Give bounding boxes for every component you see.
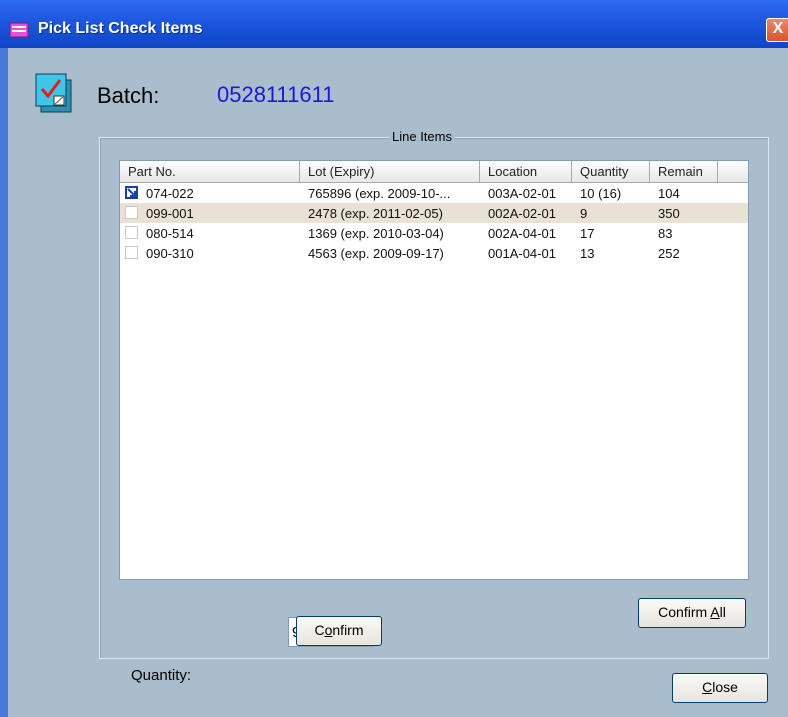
column-filler [718,161,748,183]
confirm-all-label-pre: Confirm [658,604,711,620]
line-items-list[interactable]: Part No. Lot (Expiry) Location Quantity … [119,160,749,580]
table-row[interactable]: 080-514 1369 (exp. 2010-03-04) 002A-04-01 1… [120,223,748,243]
column-location[interactable]: Location [480,161,572,183]
close-button-label-post: lose [712,679,738,695]
cell-quantity: 10 (16) [580,186,622,201]
cell-remain: 104 [658,186,680,201]
confirm-all-label-post: ll [719,604,726,620]
line-items-group: Line Items Part No. Lot (Expiry) Locatio… [99,129,769,684]
table-row[interactable]: 074-022 765896 (exp. 2009-10-... 003A-02-0… [120,183,748,203]
batch-number: 0528111611 [217,82,335,107]
column-part-no[interactable]: Part No. [120,161,300,183]
cell-remain: 83 [658,226,673,241]
cell-lot: 4563 (exp. 2009-09-17) [308,246,444,261]
quantity-label: Quantity: [131,667,192,684]
checklist-icon [35,73,72,113]
cell-location: 003A-02-01 [488,186,556,201]
confirm-all-button[interactable]: Confirm All [638,598,746,628]
window-title: Pick List Check Items [38,20,203,37]
cell-location: 001A-04-01 [488,246,556,261]
title-bar[interactable]: Pick List Check Items X [0,0,788,48]
batch-label: Batch: [97,83,160,108]
confirm-button-label-pre: C [314,622,325,638]
column-quantity[interactable]: Quantity [572,161,650,183]
cell-part: 090-310 [146,246,194,261]
arrow-check-icon [127,188,136,197]
confirm-all-accel: A [710,604,720,620]
table-row[interactable]: 099-001 2478 (exp. 2011-02-05) 002A-02-01 9… [120,203,748,223]
checkbox[interactable] [125,226,138,239]
cell-location: 002A-02-01 [488,206,556,221]
cell-quantity: 17 [580,226,595,241]
cell-lot: 1369 (exp. 2010-03-04) [308,226,444,241]
close-button-accel: C [702,679,713,695]
pick-list-window: Pick List Check Items X Batch: 052811161… [0,0,788,717]
column-lot-expiry[interactable]: Lot (Expiry) [300,161,480,183]
confirm-button[interactable]: Confirm [296,616,382,646]
cell-part: 099-001 [146,206,194,221]
list-header: Part No. Lot (Expiry) Location Quantity … [120,161,748,183]
confirm-button-label-post: nfirm [332,622,364,638]
cell-lot: 765896 (exp. 2009-10-... [308,186,451,201]
cell-location: 002A-04-01 [488,226,556,241]
group-title: Line Items [389,129,455,144]
cell-quantity: 13 [580,246,595,261]
checkbox[interactable] [125,206,138,219]
cell-part: 080-514 [146,226,194,241]
dialog-body: Batch: 0528111611 Line Items Part No. Lo… [8,48,788,717]
list-rows: 074-022 765896 (exp. 2009-10-... 003A-02-0… [120,183,748,263]
checkbox[interactable] [125,246,138,259]
column-remain[interactable]: Remain [650,161,718,183]
cell-remain: 350 [658,206,680,221]
checkbox-checked[interactable] [125,186,138,199]
close-icon: X [772,20,784,37]
table-row[interactable]: 090-310 4563 (exp. 2009-09-17) 001A-04-01 1… [120,243,748,263]
app-icon [9,22,29,38]
cell-remain: 252 [658,246,680,261]
cell-part: 074-022 [146,186,194,201]
cell-quantity: 9 [580,206,588,221]
close-window-button[interactable]: X [766,18,788,42]
cell-lot: 2478 (exp. 2011-02-05) [308,206,443,221]
close-button[interactable]: Close [672,673,768,703]
